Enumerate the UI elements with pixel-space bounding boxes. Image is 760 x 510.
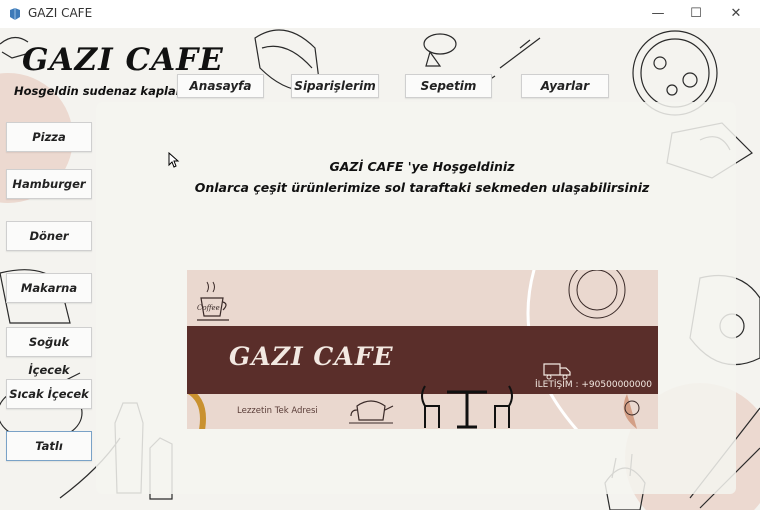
banner-title: GAZI CAFE <box>229 342 394 371</box>
sidebar-item-soguk-icecek[interactable]: Soğuk İçecek <box>6 327 92 377</box>
window-title: GAZI CAFE <box>28 6 93 20</box>
main-content: GAZI CAFE Hosgeldin sudenaz kaplan Anasa… <box>0 28 760 510</box>
teapot-icon <box>349 400 394 424</box>
delivery-truck-icon <box>543 363 571 380</box>
title-bar: GAZI CAFE — ☐ ✕ <box>0 0 760 29</box>
app-window: GAZI CAFE — ☐ ✕ GAZI CAFE Hosgeldin sude… <box>0 0 760 510</box>
nav-sepetim-button[interactable]: Sepetim <box>405 74 492 98</box>
nav-siparislerim-button[interactable]: Siparişlerim <box>291 74 379 98</box>
cafe-banner: Coffee GAZI CAFE Lezzetin Tek Adresi İLE… <box>187 270 658 429</box>
sidebar-item-pizza[interactable]: Pizza <box>6 122 92 152</box>
brand-logo: GAZI CAFE <box>22 42 224 78</box>
sidebar-item-doner[interactable]: Döner <box>6 221 92 251</box>
nav-anasayfa-button[interactable]: Anasayfa <box>177 74 264 98</box>
nav-ayarlar-button[interactable]: Ayarlar <box>521 74 609 98</box>
cafe-table-chairs-icon <box>421 385 513 429</box>
banner-contact: İLETİŞİM : +90500000000 <box>535 380 652 390</box>
coffee-cup-icon <box>197 281 229 321</box>
app-icon <box>10 8 20 20</box>
heading-line-2: Onlarca çeşit ürünlerimize sol taraftaki… <box>194 180 650 195</box>
welcome-text: Hosgeldin sudenaz kaplan <box>14 84 184 98</box>
mouse-cursor-icon <box>168 152 180 168</box>
sidebar-item-tatli[interactable]: Tatlı <box>6 431 92 461</box>
close-button[interactable]: ✕ <box>718 2 754 26</box>
sidebar-item-sicak-icecek[interactable]: Sıcak İçecek <box>6 379 92 409</box>
minimize-button[interactable]: — <box>640 2 676 26</box>
sidebar-item-makarna[interactable]: Makarna <box>6 273 92 303</box>
heading-line-1: GAZİ CAFE 'ye Hoşgeldiniz <box>329 159 515 174</box>
banner-tagline: Lezzetin Tek Adresi <box>237 406 318 416</box>
sidebar-item-hamburger[interactable]: Hamburger <box>6 169 92 199</box>
maximize-button[interactable]: ☐ <box>678 2 714 26</box>
coffee-logo-text: Coffee <box>197 304 220 312</box>
welcome-heading: GAZİ CAFE 'ye Hoşgeldiniz Onlarca çeşit … <box>192 156 652 198</box>
